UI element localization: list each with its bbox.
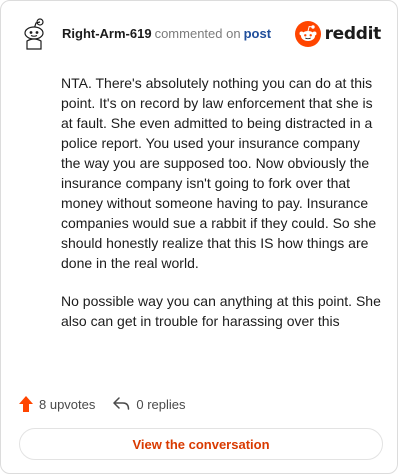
comment-header: Right-Arm-619 commented on post reddit bbox=[19, 17, 381, 51]
comment-paragraph: No possible way you can anything at this… bbox=[61, 293, 381, 329]
comment-paragraph: NTA. There's absolutely nothing you can … bbox=[61, 75, 377, 271]
reddit-wordmark: reddit bbox=[324, 24, 382, 44]
view-conversation-button[interactable]: View the conversation bbox=[19, 428, 383, 460]
replies-count: 0 replies bbox=[136, 396, 186, 412]
replies-action[interactable]: 0 replies bbox=[113, 396, 186, 412]
comment-actions: 8 upvotes 0 replies bbox=[19, 393, 186, 415]
upvote-arrow-icon bbox=[19, 396, 33, 412]
comment-meta: Right-Arm-619 commented on post bbox=[62, 26, 271, 42]
text-fade-overlay bbox=[41, 331, 387, 371]
reply-arrow-icon bbox=[113, 397, 130, 410]
reddit-logo[interactable]: reddit bbox=[294, 21, 382, 47]
upvote-action[interactable]: 8 upvotes bbox=[19, 396, 95, 412]
commented-on-text: commented on bbox=[154, 26, 241, 41]
reddit-logo-icon bbox=[294, 21, 321, 47]
username[interactable]: Right-Arm-619 bbox=[62, 26, 152, 41]
snoo-avatar-icon bbox=[24, 18, 44, 50]
post-link[interactable]: post bbox=[244, 26, 271, 41]
comment-body: NTA. There's absolutely nothing you can … bbox=[61, 73, 381, 349]
upvote-count: 8 upvotes bbox=[39, 396, 96, 412]
comment-card: Right-Arm-619 commented on post reddit NTA… bbox=[0, 0, 398, 474]
